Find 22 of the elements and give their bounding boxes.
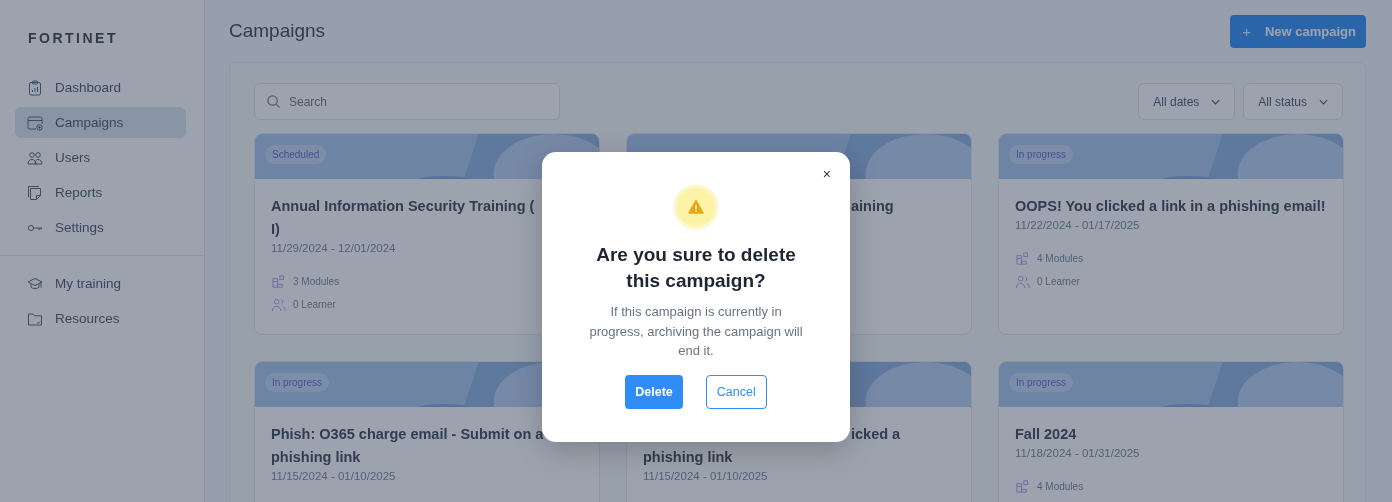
module-count: 4 Modules: [1037, 253, 1084, 264]
date-range: 11/22/2024 - 01/17/2025: [1015, 219, 1141, 231]
campaign-title: Annual Information Security Training (: [271, 197, 535, 216]
campaign-title: aining: [851, 197, 894, 216]
brand-logo: FORTINET: [28, 30, 118, 46]
campaign-title: phishing link: [271, 448, 361, 467]
campaign-title: I): [271, 220, 280, 239]
module-count: 4 Modules: [1037, 481, 1084, 492]
campaign-title: OOPS! You clicked a link in a phishing email!: [1015, 197, 1326, 216]
campaign-title: Phish: O365 charge email - Submit on a: [271, 425, 544, 444]
date-range: 11/18/2024 - 01/31/2025: [1015, 447, 1141, 459]
date-range: 11/29/2024 - 12/01/2024: [271, 242, 397, 254]
campaign-title: phishing link: [643, 448, 733, 467]
module-count: 3 Modules: [293, 276, 340, 287]
page-title: Campaigns: [229, 20, 326, 42]
learner-count: 0 Learner: [1037, 276, 1080, 287]
campaign-title: icked a: [851, 425, 901, 444]
campaign-title: Fall 2024: [1015, 425, 1077, 444]
status-badge: Scheduled: [265, 145, 327, 164]
date-range: 11/15/2024 - 01/10/2025: [271, 470, 397, 482]
learner-count: 0 Learner: [293, 299, 336, 310]
date-range: 11/15/2024 - 01/10/2025: [643, 470, 769, 482]
